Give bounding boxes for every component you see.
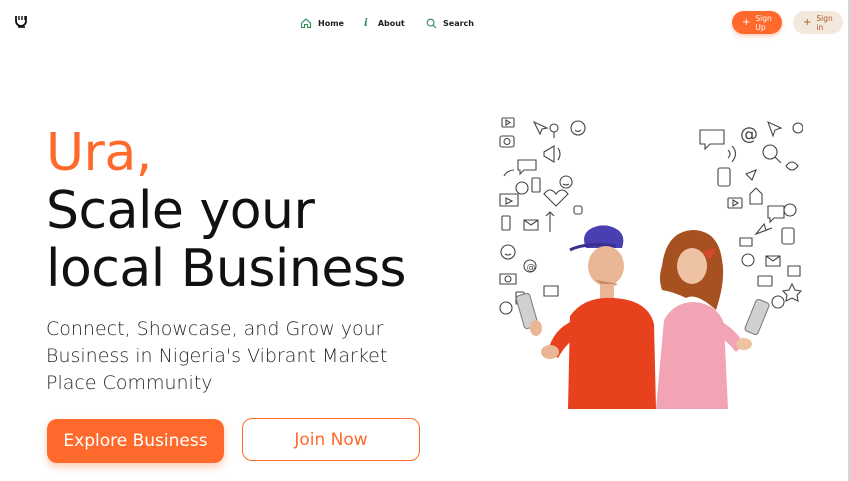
hero-accent-text: Ura,	[46, 123, 152, 183]
plus-icon: +	[803, 16, 812, 28]
sign-in-button[interactable]: + Sign in	[793, 11, 843, 34]
hero-title-line2: local Business	[46, 239, 407, 299]
person-left	[515, 225, 656, 409]
nav-home[interactable]: Home	[300, 14, 344, 32]
join-now-button[interactable]: Join Now	[242, 418, 420, 461]
explore-business-button[interactable]: Explore Business	[47, 419, 224, 463]
hero-title-line1: Scale your	[46, 181, 315, 241]
svg-text:@: @	[527, 263, 536, 273]
sign-up-label: Sign Up	[755, 13, 772, 32]
hero-title: Scale your local Business	[46, 181, 407, 299]
nav-search-label: Search	[443, 18, 474, 28]
brand-logo-icon[interactable]	[15, 14, 28, 28]
svg-text:@: @	[740, 124, 758, 145]
hero-illustration: @ @	[496, 116, 803, 409]
social-icons-cloud: @ @	[499, 117, 803, 315]
home-icon	[300, 17, 312, 29]
plus-icon: +	[742, 16, 751, 28]
nav-search[interactable]: Search	[426, 14, 474, 32]
hero-subtitle: Connect, Showcase, and Grow your Busines…	[46, 318, 388, 394]
nav-about-label: About	[377, 18, 405, 28]
search-icon	[426, 18, 437, 29]
nav-home-label: Home	[318, 18, 344, 28]
sign-in-label: Sign in	[816, 13, 833, 32]
info-icon: i	[364, 17, 368, 29]
sign-up-button[interactable]: + Sign Up	[732, 11, 782, 34]
nav-about[interactable]: i About	[364, 14, 405, 32]
